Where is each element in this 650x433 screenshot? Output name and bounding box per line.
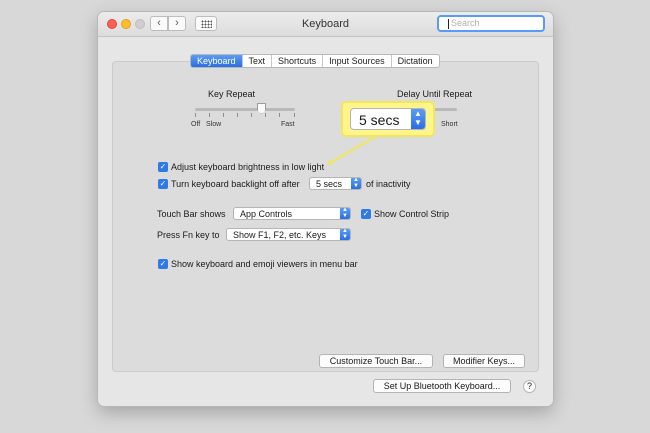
updown-arrows-icon: ▲ ▼ (411, 109, 425, 129)
zoom-callout: 5 secs ▲ ▼ (343, 103, 433, 135)
callout-popup: 5 secs ▲ ▼ (350, 108, 426, 130)
callout-value: 5 secs (359, 112, 400, 128)
callout-pointer (327, 134, 379, 166)
